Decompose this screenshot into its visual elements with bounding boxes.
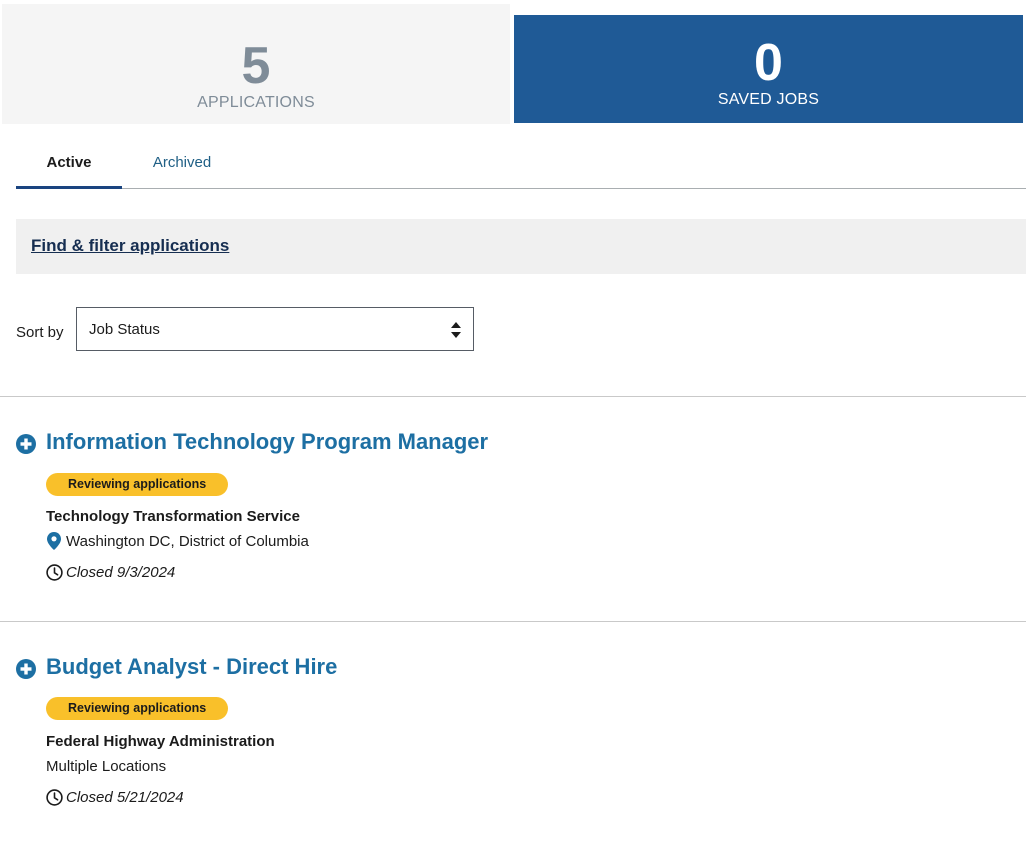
application-title-link[interactable]: Budget Analyst - Direct Hire [46,654,337,680]
applications-tile[interactable]: 5 APPLICATIONS [2,4,510,124]
status-badge: Reviewing applications [46,697,229,720]
expand-plus-icon[interactable] [16,434,36,454]
sort-label: Sort by [16,324,64,341]
application-title-link[interactable]: Information Technology Program Manager [46,429,488,455]
sort-select-value: Job Status [89,321,160,338]
closed-date: Closed 5/21/2024 [66,789,184,806]
expand-plus-icon[interactable] [16,659,36,679]
sort-arrows-icon [451,322,461,338]
saved-jobs-label: SAVED JOBS [717,91,820,108]
tab-bar: Active Archived [16,124,1026,189]
application-card: Information Technology Program Manager R… [0,397,1026,621]
closed-date: Closed 9/3/2024 [66,564,176,581]
sort-select[interactable]: Job Status [76,307,474,351]
tab-active[interactable]: Active [16,152,122,189]
clock-icon [46,564,63,581]
saved-jobs-count: 0 [754,34,783,92]
clock-icon [46,789,63,806]
application-card: Budget Analyst - Direct Hire Reviewing a… [0,622,1026,845]
job-location: Multiple Locations [46,758,167,775]
applications-label: APPLICATIONS [197,94,315,111]
applications-count: 5 [241,37,271,95]
map-pin-icon [47,532,61,550]
find-filter-applications-link[interactable]: Find & filter applications [31,236,229,256]
agency-name: Federal Highway Administration [46,733,275,750]
saved-jobs-tile[interactable]: 0 SAVED JOBS [514,15,1023,123]
summary-tiles: 5 APPLICATIONS 0 SAVED JOBS [0,0,1026,124]
tab-archived[interactable]: Archived [132,152,232,171]
job-location: Washington DC, District of Columbia [66,533,309,550]
status-badge: Reviewing applications [46,473,229,496]
agency-name: Technology Transformation Service [46,508,300,525]
filter-bar: Find & filter applications [16,219,1026,274]
